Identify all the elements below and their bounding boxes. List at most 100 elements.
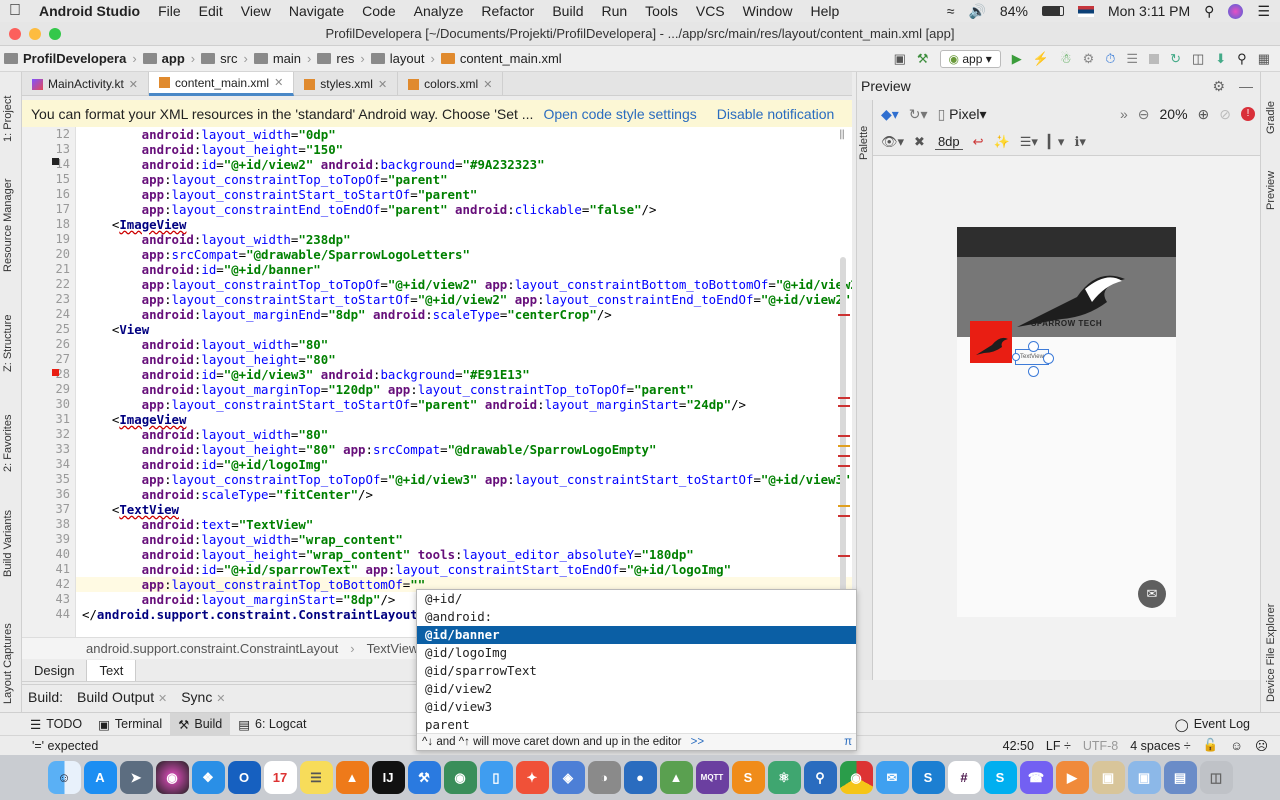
flag-icon[interactable] <box>1077 5 1094 17</box>
apply-changes-icon[interactable]: ⚡ <box>1033 51 1049 67</box>
app-menu[interactable]: Android Studio <box>30 0 149 22</box>
error-marker[interactable] <box>838 314 850 316</box>
project-tool-tab[interactable]: 1: Project <box>2 96 14 142</box>
menu-tools[interactable]: Tools <box>636 0 687 22</box>
crumb-project[interactable]: ProfilDevelopera <box>0 51 130 66</box>
completion-item[interactable]: @id/view2 <box>417 680 856 698</box>
tab-text[interactable]: Text <box>87 660 137 681</box>
slack-icon[interactable]: # <box>947 761 981 794</box>
outlook-icon[interactable]: O <box>227 761 261 794</box>
tab-colors[interactable]: colors.xml ✕ <box>398 72 504 96</box>
siri-dock-icon[interactable]: ◉ <box>155 761 189 794</box>
pi-icon[interactable]: π <box>844 734 852 750</box>
messages-icon[interactable]: ✉ <box>875 761 909 794</box>
build-tool-button[interactable]: ⚒ Build <box>170 712 231 736</box>
menu-window[interactable]: Window <box>734 0 802 22</box>
orientation-icon[interactable]: ↻▾ <box>909 106 928 123</box>
error-marker[interactable] <box>838 465 850 467</box>
layout-captures-tool-tab[interactable]: Layout Captures <box>2 623 14 704</box>
tab-design[interactable]: Design <box>22 660 88 681</box>
swift-icon[interactable]: ✦ <box>515 761 549 794</box>
error-marker[interactable] <box>838 397 850 399</box>
device-select[interactable]: ▯ Pixel▾ <box>938 106 987 123</box>
lock-icon[interactable]: 🔓 <box>1203 738 1219 753</box>
logcat-tool-button[interactable]: ▤ 6: Logcat <box>230 713 314 736</box>
mqtt-icon[interactable]: MQTT <box>695 761 729 794</box>
constraint-handle[interactable] <box>1028 341 1039 352</box>
infer-constraints-icon[interactable]: ✨ <box>994 134 1010 150</box>
fish-app-icon[interactable]: ▶ <box>1055 761 1089 794</box>
error-marker[interactable] <box>838 515 850 517</box>
skype-icon[interactable]: S <box>983 761 1017 794</box>
avd-manager-icon[interactable]: ◫ <box>1192 51 1204 67</box>
menu-code[interactable]: Code <box>353 0 404 22</box>
zoom-in-icon[interactable]: ⊕ <box>1198 106 1210 123</box>
project-structure-icon[interactable]: ▦ <box>1258 51 1270 67</box>
autocomplete-popup[interactable]: @+id/ @android: @id/banner @id/logoImg @… <box>416 589 857 751</box>
error-marker[interactable] <box>838 455 850 457</box>
error-marker[interactable] <box>838 555 850 557</box>
attach-debugger-icon[interactable]: ⚙ <box>1083 51 1095 67</box>
constraint-handle[interactable] <box>1043 353 1054 364</box>
disable-notification-link[interactable]: Disable notification <box>717 106 835 122</box>
pack-icon[interactable]: ☰▾ <box>1020 134 1038 150</box>
crumb-res[interactable]: res <box>313 51 358 66</box>
close-tab-icon[interactable]: ✕ <box>129 78 138 91</box>
error-marker[interactable] <box>838 405 850 407</box>
close-tab-icon[interactable]: ✕ <box>274 76 283 89</box>
chrome-icon[interactable]: ◉ <box>839 761 873 794</box>
menu-view[interactable]: View <box>232 0 280 22</box>
menu-edit[interactable]: Edit <box>190 0 232 22</box>
trash-icon[interactable]: ◫ <box>1199 761 1233 794</box>
fab-mail-button[interactable]: ✉ <box>1138 580 1166 608</box>
tab-mainactivity[interactable]: MainActivity.kt ✕ <box>22 72 150 96</box>
sublime-icon[interactable]: S <box>731 761 765 794</box>
android-studio-icon[interactable]: ◉ <box>443 761 477 794</box>
preview-red-view[interactable] <box>970 321 1012 363</box>
zoom-fit-icon[interactable]: ⊘ <box>1219 106 1231 123</box>
hide-panel-icon[interactable]: — <box>1239 78 1253 94</box>
crumb-file[interactable]: content_main.xml <box>437 51 566 66</box>
favorites-tool-tab[interactable]: 2: Favorites <box>2 415 14 472</box>
completion-item[interactable]: parent <box>417 716 856 734</box>
sync-gradle-icon[interactable]: ↻ <box>1170 51 1181 67</box>
preview-app-icon[interactable]: ▣ <box>1091 761 1125 794</box>
photos-folder-icon[interactable]: ▣ <box>1127 761 1161 794</box>
default-margin-value[interactable]: 8dp <box>934 134 963 150</box>
build-variants-tool-tab[interactable]: Build Variants <box>2 510 14 577</box>
code-editor[interactable]: 12 13 14 15 16 17 18 19 20 21 22 23 24 25 26 27 28 29 30 31… <box>22 127 852 637</box>
tab-content-main[interactable]: content_main.xml ✕ <box>149 72 295 96</box>
viber-icon[interactable]: ☎ <box>1019 761 1053 794</box>
calendar-icon[interactable]: 17 <box>263 761 297 794</box>
line-separator[interactable]: LF ÷ <box>1046 739 1071 753</box>
caret-position[interactable]: 42:50 <box>1003 739 1034 753</box>
atom-icon[interactable]: ⚛ <box>767 761 801 794</box>
database-icon[interactable]: ◑ <box>587 761 621 794</box>
menu-analyze[interactable]: Analyze <box>405 0 473 22</box>
layout-inspector-icon[interactable]: ▣ <box>894 51 906 67</box>
completion-item[interactable]: @id/view3 <box>417 698 856 716</box>
crumb-layout[interactable]: layout <box>367 51 429 66</box>
completion-item[interactable]: @id/sparrowText <box>417 662 856 680</box>
notification-center-icon[interactable]: ☰ <box>1257 3 1270 20</box>
intellij-icon[interactable]: IJ <box>371 761 405 794</box>
safari-icon[interactable]: ❖ <box>191 761 225 794</box>
crumb-main[interactable]: main <box>250 51 305 66</box>
menu-help[interactable]: Help <box>801 0 848 22</box>
palette-tool-tab[interactable]: Palette <box>858 126 870 160</box>
stop-icon[interactable] <box>1149 53 1160 64</box>
app-store-icon[interactable]: A <box>83 761 117 794</box>
menu-vcs[interactable]: VCS <box>687 0 734 22</box>
coverage-icon[interactable]: ☰ <box>1126 51 1138 67</box>
completion-item[interactable]: @id/logoImg <box>417 644 856 662</box>
xcode-icon[interactable]: ⚒ <box>407 761 441 794</box>
clock[interactable]: Mon 3:11 PM <box>1108 3 1190 19</box>
autoconnect-icon[interactable]: ✖ <box>914 134 925 150</box>
menu-run[interactable]: Run <box>592 0 636 22</box>
siri-icon[interactable] <box>1228 3 1244 19</box>
warning-marker[interactable] <box>838 445 850 447</box>
event-log-tool-button[interactable]: ◯ Event Log <box>1167 713 1280 736</box>
align-icon[interactable]: ▎▾ <box>1048 134 1065 150</box>
preview-tool-tab[interactable]: Preview <box>1265 171 1277 210</box>
menu-file[interactable]: File <box>149 0 190 22</box>
